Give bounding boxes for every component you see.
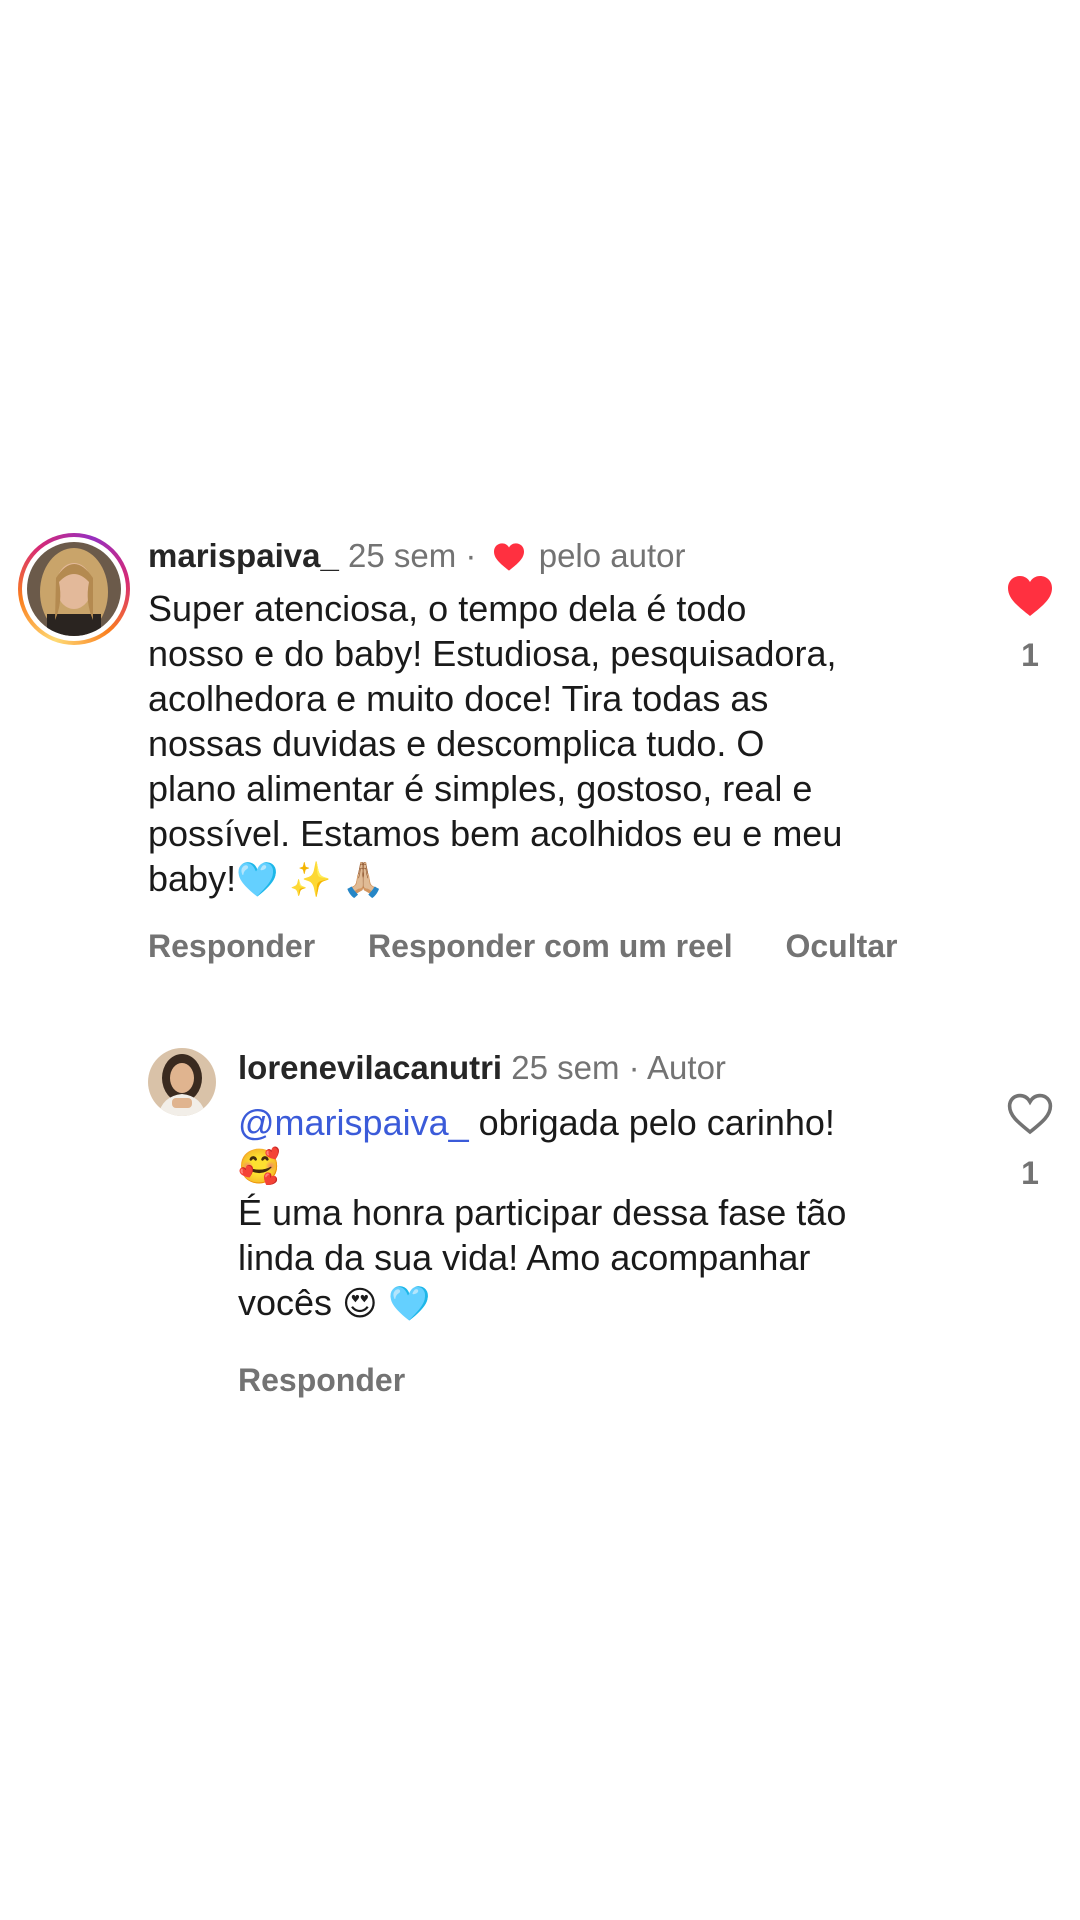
comment-actions: Responder Responder com um reel Ocultar [148, 928, 942, 965]
heart-filled-icon [492, 541, 526, 581]
comment-line: nosso e do baby! Estudiosa, pesquisadora… [148, 633, 837, 674]
emoji-smiling-hearts: 🥰 [238, 1147, 281, 1187]
separator: · [628, 1049, 640, 1086]
separator: · [465, 537, 477, 574]
reply-button[interactable]: Responder [238, 1362, 405, 1398]
mention-link[interactable]: @marispaiva_ [238, 1102, 469, 1143]
avatar-lorenevilacanutri[interactable] [148, 1048, 216, 1116]
comment-line: nossas duvidas e descomplica tudo. O [148, 723, 765, 764]
timestamp: 25 sem [347, 537, 457, 574]
comment-line-text: baby! [148, 858, 237, 899]
reply-line-text: obrigada pelo carinho! [468, 1102, 835, 1143]
heart-outline-icon[interactable] [1000, 1092, 1060, 1141]
story-ring[interactable] [18, 533, 130, 645]
reply-button[interactable]: Responder [148, 928, 315, 964]
comment-header: marispaiva_ 25 sem · pelo autor [148, 536, 686, 581]
comment-line: plano alimentar é simples, gostoso, real… [148, 768, 813, 809]
username[interactable]: lorenevilacanutri [238, 1049, 502, 1086]
comment-line: possível. Estamos bem acolhidos eu e meu [148, 813, 843, 854]
comment-line: É uma honra participar dessa fase tão [238, 1192, 847, 1233]
comment-line-text: vocês [238, 1282, 333, 1323]
author-label: Autor [647, 1049, 726, 1086]
comment-line: Super atenciosa, o tempo dela é todo [148, 588, 747, 629]
comment-line: acolhedora e muito doce! Tira todas as [148, 678, 769, 719]
hide-button[interactable]: Ocultar [785, 928, 897, 964]
like-column: 1 [1000, 574, 1060, 674]
heart-filled-icon[interactable] [1000, 574, 1060, 623]
comment-body: Super atenciosa, o tempo dela é todo nos… [148, 586, 948, 903]
reply-line-1: @marispaiva_ obrigada pelo carinho! [238, 1100, 958, 1145]
like-count[interactable]: 1 [1000, 1155, 1060, 1192]
avatar-marispaiva[interactable] [27, 542, 121, 636]
reply-with-reel-button[interactable]: Responder com um reel [368, 928, 733, 964]
emoji-group: 🩵 ✨ 🙏🏼 [236, 860, 385, 900]
like-count[interactable]: 1 [1000, 637, 1060, 674]
comment-line-last: baby!🩵 ✨ 🙏🏼 [148, 856, 948, 903]
timestamp: 25 sem [511, 1049, 620, 1086]
emoji-group: 😍 🩵 [342, 1284, 431, 1324]
username[interactable]: marispaiva_ [148, 537, 339, 574]
liked-by-author-label: pelo autor [538, 537, 686, 574]
like-column: 1 [1000, 1092, 1060, 1192]
comment-line: linda da sua vida! Amo acompanhar [238, 1237, 811, 1278]
reply-body: @marispaiva_ obrigada pelo carinho! 🥰 É … [238, 1100, 958, 1327]
comment-line-last: vocês 😍 🩵 [238, 1280, 958, 1327]
reply-actions: Responder [238, 1362, 449, 1399]
reply-header: lorenevilacanutri 25 sem · Autor [238, 1048, 726, 1088]
